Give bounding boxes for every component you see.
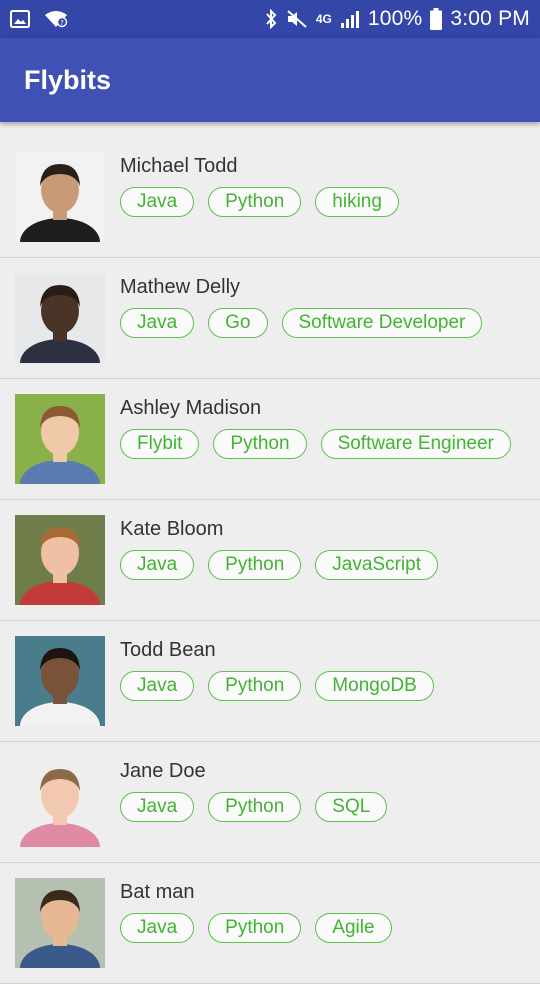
battery-icon [430, 8, 443, 30]
tag-list: Java Python hiking [120, 187, 399, 217]
list-item[interactable]: Ashley Madison Flybit Python Software Engin… [0, 379, 540, 500]
tag-list: Flybit Python Software Engineer [120, 429, 511, 459]
tag-chip[interactable]: MongoDB [315, 671, 434, 701]
person-name: Jane Doe [120, 760, 206, 782]
list-item[interactable]: Todd Bean Java Python MongoDB [0, 621, 540, 742]
people-list: Michael Todd Java Python hiking Mathew Delly… [0, 137, 540, 984]
network-type: 4G [315, 12, 332, 26]
tag-chip[interactable]: Python [208, 913, 302, 943]
battery-percent: 100% [367, 7, 423, 30]
tag-chip[interactable]: Java [120, 913, 195, 943]
person-name: Bat man [120, 881, 195, 903]
app-title: Flybits [24, 64, 112, 95]
tag-list: Java Python SQL [120, 792, 388, 822]
tag-chip[interactable]: Python [213, 429, 307, 459]
avatar [15, 757, 105, 847]
list-item[interactable]: Jane Doe Java Python SQL [0, 742, 540, 863]
list-item[interactable]: Michael Todd Java Python hiking [0, 137, 540, 258]
avatar [15, 878, 105, 968]
person-name: Todd Bean [120, 639, 216, 661]
status-bar: ? 4G 100% 3:00 PM [0, 0, 540, 38]
person-name: Ashley Madison [120, 397, 262, 419]
app-bar: Flybits [0, 38, 540, 122]
person-name: Kate Bloom [120, 518, 224, 540]
bluetooth-icon [264, 9, 278, 29]
tag-chip[interactable]: Java [120, 550, 195, 580]
tag-chip[interactable]: Java [120, 187, 195, 217]
tag-list: Java Go Software Developer [120, 308, 483, 338]
tag-chip[interactable]: Go [208, 308, 268, 338]
mute-icon [286, 9, 308, 29]
tag-chip[interactable]: Agile [315, 913, 392, 943]
list-item[interactable]: Bat man Java Python Agile [0, 863, 540, 984]
image-icon [10, 10, 30, 28]
tag-chip[interactable]: Software Developer [281, 308, 483, 338]
tag-chip[interactable]: Java [120, 792, 195, 822]
tag-chip[interactable]: Flybit [120, 429, 200, 459]
tag-list: Java Python MongoDB [120, 671, 434, 701]
person-name: Mathew Delly [120, 276, 241, 298]
tag-list: Java Python Agile [120, 913, 392, 943]
avatar [15, 636, 105, 726]
avatar [15, 394, 105, 484]
list-item[interactable]: Mathew Delly Java Go Software Developer [0, 258, 540, 379]
tag-chip[interactable]: JavaScript [315, 550, 438, 580]
avatar [15, 273, 105, 363]
tag-chip[interactable]: Python [208, 671, 302, 701]
tag-chip[interactable]: hiking [315, 187, 399, 217]
tag-chip[interactable]: Java [120, 671, 195, 701]
avatar [15, 152, 105, 242]
wifi-icon: ? [44, 10, 68, 28]
person-name: Michael Todd [120, 155, 238, 177]
tag-chip[interactable]: Python [208, 187, 302, 217]
signal-icon [340, 10, 360, 28]
tag-list: Java Python JavaScript [120, 550, 438, 580]
list-item[interactable]: Kate Bloom Java Python JavaScript [0, 500, 540, 621]
clock: 3:00 PM [450, 7, 530, 30]
tag-chip[interactable]: Software Engineer [320, 429, 511, 459]
tag-chip[interactable]: Python [208, 550, 302, 580]
tag-chip[interactable]: SQL [315, 792, 388, 822]
svg-text:?: ? [60, 19, 64, 27]
tag-chip[interactable]: Python [208, 792, 302, 822]
tag-chip[interactable]: Java [120, 308, 195, 338]
avatar [15, 515, 105, 605]
